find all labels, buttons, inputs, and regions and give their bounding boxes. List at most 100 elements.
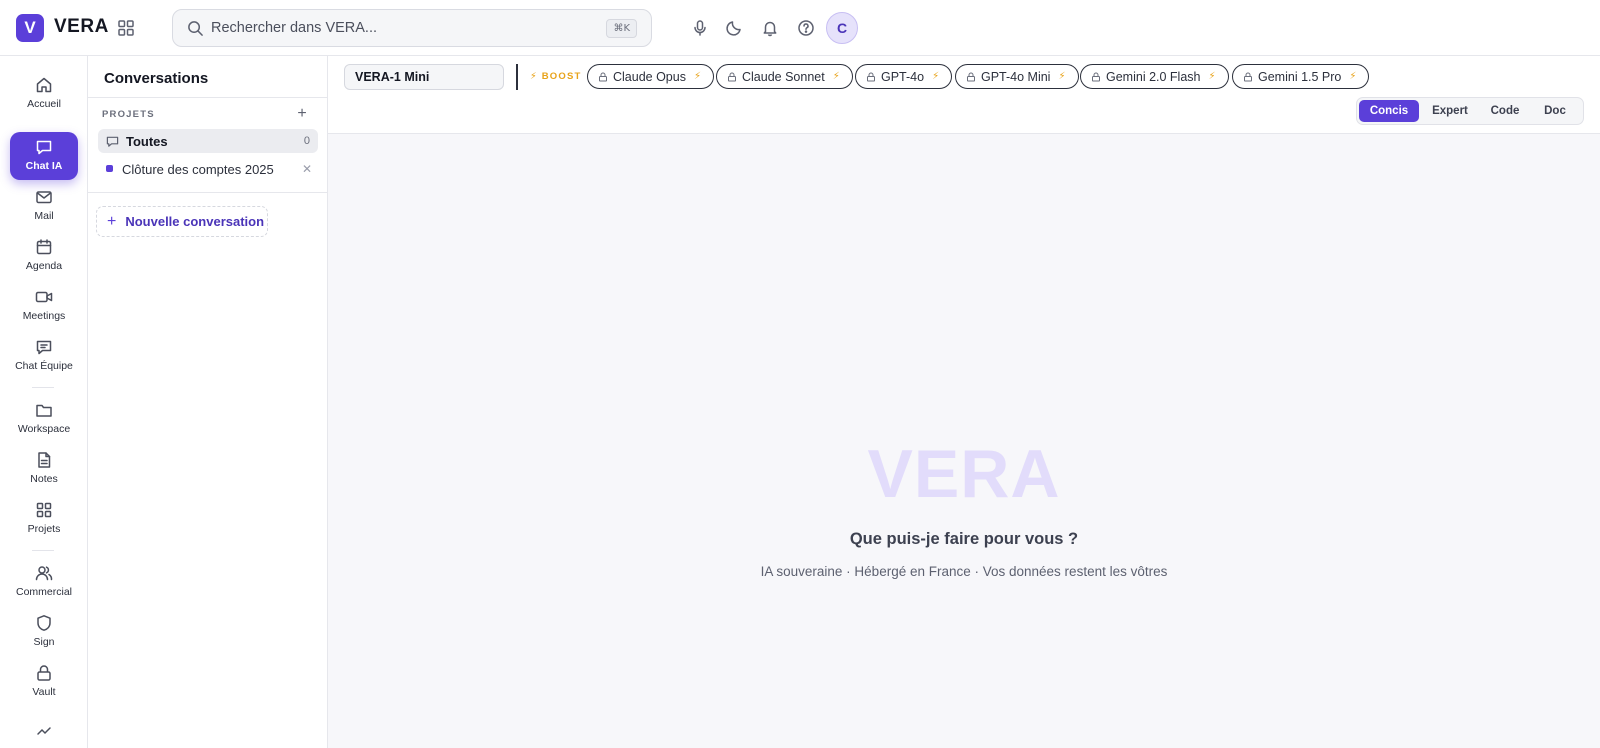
project-item-count: 0: [303, 135, 310, 147]
search-input[interactable]: [211, 10, 581, 46]
bolt-icon: ⚡: [832, 71, 840, 82]
nav-item-label: Vault: [32, 686, 56, 698]
nav-item-label: Sign: [33, 636, 55, 648]
team-chat-icon: [36, 340, 52, 355]
new-conversation-button[interactable]: + Nouvelle conversation: [96, 206, 268, 237]
mode-concis[interactable]: Concis: [1359, 100, 1419, 122]
help-icon[interactable]: [797, 19, 815, 37]
model-toolbar: VERA-1 Mini ⚡ BOOST Claude Opus ⚡ Claude…: [328, 56, 1600, 134]
nav-item-label: Chat IA: [25, 160, 63, 172]
chat-bubble-icon: [106, 135, 119, 148]
model-chip-label: Gemini 2.0 Flash: [1106, 69, 1201, 84]
vera-logo-icon[interactable]: V: [16, 14, 44, 42]
chart-icon: [37, 727, 51, 735]
lock-icon: [37, 665, 51, 681]
hero-question: Que puis-je faire pour vous ?: [849, 530, 1079, 548]
close-icon[interactable]: ✕: [302, 162, 312, 176]
nav-item-label: Agenda: [25, 260, 63, 272]
chat-main-area: VERA-1 Mini ⚡ BOOST Claude Opus ⚡ Claude…: [328, 56, 1600, 748]
bolt-icon: ⚡: [1349, 71, 1357, 82]
nav-item-label: Meetings: [22, 310, 66, 322]
divider: [88, 97, 328, 98]
nav-item-label: Accueil: [27, 98, 61, 110]
mode-expert[interactable]: Expert: [1421, 100, 1479, 122]
microphone-icon[interactable]: [691, 19, 709, 37]
app-name[interactable]: VERA: [54, 16, 109, 38]
hero-subtitle: IA souveraine · Hébergé en France · Vos …: [760, 564, 1168, 579]
model-chip-gemini-1-5-pro[interactable]: Gemini 1.5 Pro ⚡: [1232, 64, 1370, 89]
shield-icon: [37, 615, 51, 631]
model-chip-gpt-4o-mini[interactable]: GPT-4o Mini ⚡: [955, 64, 1079, 89]
conversations-title: Conversations: [104, 70, 209, 87]
mail-icon: [36, 191, 52, 204]
nav-item-sign[interactable]: Sign: [10, 608, 78, 656]
conversations-panel: Conversations PROJETS + Toutes 0 Clôture…: [88, 56, 328, 748]
nav-item-label: Mail: [34, 210, 54, 222]
folder-icon: [36, 404, 52, 417]
nav-item-commercial[interactable]: Commercial: [10, 558, 78, 606]
bolt-icon: ⚡: [1208, 71, 1216, 82]
bell-icon[interactable]: [761, 19, 779, 37]
project-item[interactable]: Clôture des comptes 2025 ✕: [98, 157, 318, 181]
nav-item-meetings[interactable]: Meetings: [10, 282, 78, 330]
bolt-icon: ⚡: [932, 71, 940, 82]
lock-icon: [1092, 72, 1100, 81]
mode-code[interactable]: Code: [1481, 100, 1529, 122]
bolt-icon: ⚡: [1058, 71, 1066, 82]
project-item-all[interactable]: Toutes 0: [98, 129, 318, 153]
nav-item-accueil[interactable]: Accueil: [10, 70, 78, 118]
model-chip-claude-opus[interactable]: Claude Opus ⚡: [587, 64, 714, 89]
app-navigation-rail: Accueil Chat IA Mail Agenda Meetings Cha…: [0, 56, 88, 748]
project-item-label: Clôture des comptes 2025: [122, 162, 274, 177]
user-avatar[interactable]: C: [826, 12, 858, 44]
model-chip-claude-sonnet[interactable]: Claude Sonnet ⚡: [716, 64, 853, 89]
nav-item-label: Projets: [27, 523, 61, 535]
model-chip-label: GPT-4o: [881, 69, 925, 84]
nav-divider: [32, 387, 54, 388]
model-chip-gpt-4o[interactable]: GPT-4o ⚡: [855, 64, 953, 89]
moon-icon[interactable]: [725, 19, 743, 37]
grid-icon: [36, 502, 52, 518]
nav-item-more[interactable]: [10, 716, 78, 748]
model-chip-label: GPT-4o Mini: [981, 69, 1051, 84]
search-shortcut-badge: ⌘K: [606, 19, 637, 38]
search-bar: ⌘K: [172, 9, 652, 47]
project-item-label: Toutes: [126, 134, 168, 149]
users-icon: [35, 566, 53, 581]
model-chip-gemini-2-flash[interactable]: Gemini 2.0 Flash ⚡: [1080, 64, 1229, 89]
response-mode-toggle: Concis Expert Code Doc: [1356, 97, 1584, 125]
nav-item-chat-ia[interactable]: Chat IA: [10, 132, 78, 180]
nav-item-label: Commercial: [15, 586, 72, 598]
lock-icon: [1244, 72, 1252, 81]
video-icon: [35, 291, 53, 303]
lock-icon: [599, 72, 607, 81]
new-conversation-label: Nouvelle conversation: [125, 214, 265, 229]
model-select[interactable]: VERA-1 Mini: [344, 64, 504, 90]
home-icon: [36, 77, 52, 93]
nav-item-notes[interactable]: Notes: [10, 445, 78, 493]
nav-item-vault[interactable]: Vault: [10, 658, 78, 706]
add-project-icon[interactable]: +: [294, 106, 310, 122]
nav-item-agenda[interactable]: Agenda: [10, 232, 78, 280]
nav-item-label: Chat Équipe: [15, 360, 73, 372]
top-bar: V VERA ⌘K C: [0, 0, 1600, 56]
lock-icon: [867, 72, 875, 81]
project-color-dot: [106, 165, 113, 172]
nav-item-workspace[interactable]: Workspace: [10, 395, 78, 443]
divider: [88, 192, 328, 193]
model-chip-label: Claude Opus: [613, 69, 686, 84]
boost-label: ⚡ BOOST: [530, 71, 582, 82]
hero-logo: VERA: [867, 436, 1061, 512]
search-icon: [187, 20, 204, 37]
lock-icon: [967, 72, 975, 81]
mode-doc[interactable]: Doc: [1531, 100, 1579, 122]
nav-item-mail[interactable]: Mail: [10, 182, 78, 230]
nav-item-projets[interactable]: Projets: [10, 495, 78, 543]
apps-grid-icon[interactable]: [116, 18, 136, 38]
lock-icon: [728, 72, 736, 81]
nav-item-label: Notes: [30, 473, 58, 485]
nav-item-label: Workspace: [17, 423, 71, 435]
nav-item-chat-equipe[interactable]: Chat Équipe: [10, 332, 78, 380]
projects-section-label: PROJETS: [102, 109, 155, 120]
plus-icon: +: [107, 212, 117, 230]
